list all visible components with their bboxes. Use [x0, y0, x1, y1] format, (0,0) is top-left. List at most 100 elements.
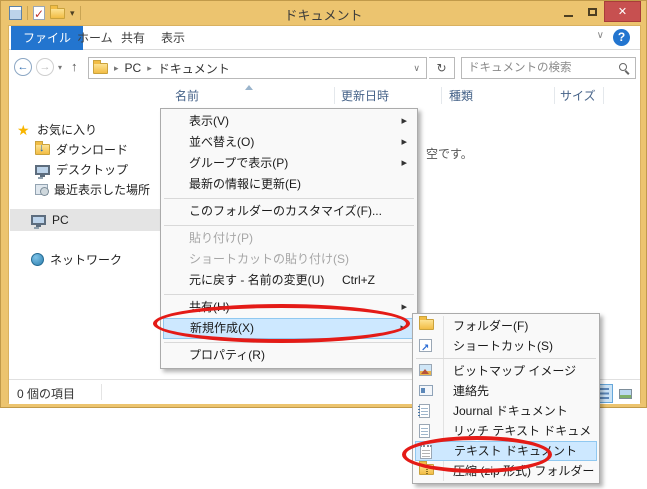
sidebar-item-favorites[interactable]: ★ お気に入り: [17, 121, 97, 138]
sidebar-item-label: お気に入り: [37, 121, 97, 138]
forward-button: →: [36, 58, 54, 76]
sidebar-item-recent-places[interactable]: 最近表示した場所: [35, 181, 150, 198]
menu-item-label: 最新の情報に更新(E): [189, 177, 301, 191]
submenu-item-label: ビットマップ イメージ: [453, 364, 576, 378]
menu-item-label: ショートカットの貼り付け(S): [189, 252, 349, 266]
favorites-star-icon: ★: [17, 123, 31, 137]
submenu-item-label: 連絡先: [453, 384, 489, 398]
breadcrumb-documents[interactable]: ドキュメント: [158, 60, 230, 77]
thumbnails-view-button[interactable]: [615, 384, 636, 403]
journal-document-icon: [419, 404, 430, 418]
up-button[interactable]: ↑: [71, 59, 78, 74]
menu-item-paste: 貼り付け(P): [163, 228, 415, 249]
menu-item-label: 並べ替え(O): [189, 135, 254, 149]
submenu-arrow-icon: ▸: [401, 111, 407, 132]
tab-view[interactable]: 表示: [149, 26, 197, 50]
sidebar-item-desktop[interactable]: デスクトップ: [35, 161, 128, 178]
column-divider[interactable]: [441, 87, 442, 104]
refresh-button[interactable]: ↻: [429, 57, 455, 79]
submenu-arrow-icon: ▸: [401, 153, 407, 174]
submenu-item-label: フォルダー(F): [453, 319, 528, 333]
desktop-icon: [35, 165, 50, 175]
sort-ascending-icon: [245, 85, 253, 90]
status-divider: [101, 384, 102, 400]
search-input[interactable]: [468, 59, 608, 77]
location-folder-icon: [93, 63, 108, 74]
submenu-item-bitmap-image[interactable]: ビットマップ イメージ: [415, 361, 597, 381]
sidebar-item-label: PC: [52, 213, 69, 227]
window-title: ドキュメント: [1, 5, 646, 24]
column-header-size[interactable]: サイズ: [560, 87, 596, 104]
submenu-item-shortcut[interactable]: ショートカット(S): [415, 336, 597, 356]
address-bar[interactable]: ▸ PC ▸ ドキュメント ∨: [88, 57, 427, 79]
history-dropdown-icon[interactable]: ▾: [58, 63, 62, 72]
rich-text-document-icon: [419, 424, 430, 438]
pc-icon: [31, 215, 46, 225]
sidebar-item-network[interactable]: ネットワーク: [31, 251, 122, 268]
downloads-folder-icon: [35, 144, 50, 155]
screen: ▾ ドキュメント ✕ ファイル ホーム 共有 表示 ∨ ? ← →: [0, 0, 647, 489]
contact-icon: [419, 385, 433, 396]
network-globe-icon: [31, 253, 44, 266]
help-icon[interactable]: ?: [613, 29, 630, 46]
sidebar-item-pc[interactable]: PC: [31, 213, 69, 227]
submenu-arrow-icon: ▸: [401, 297, 407, 318]
address-bar-row: ← → ▾ ↑ ▸ PC ▸ ドキュメント ∨ ↻: [9, 51, 640, 85]
sidebar-item-label: ダウンロード: [56, 141, 128, 158]
maximize-button[interactable]: [580, 1, 604, 22]
search-icon: [619, 63, 627, 71]
title-bar: ▾ ドキュメント ✕: [1, 1, 646, 25]
menu-item-customize-folder[interactable]: このフォルダーのカスタマイズ(F)...: [163, 201, 415, 222]
column-divider[interactable]: [603, 87, 604, 104]
ribbon-expand-icon[interactable]: ∨: [597, 30, 604, 41]
menu-item-sort-by[interactable]: 並べ替え(O) ▸: [163, 132, 415, 153]
sidebar-item-label: ネットワーク: [50, 251, 122, 268]
menu-item-properties[interactable]: プロパティ(R): [163, 345, 415, 366]
minimize-icon: [564, 15, 573, 17]
column-header-type[interactable]: 種類: [449, 87, 473, 104]
submenu-item-contact[interactable]: 連絡先: [415, 381, 597, 401]
search-box: [461, 57, 636, 79]
breadcrumb-pc[interactable]: PC: [125, 61, 142, 75]
menu-item-view[interactable]: 表示(V) ▸: [163, 111, 415, 132]
breadcrumb-separator-icon: ▸: [141, 63, 158, 74]
submenu-item-folder[interactable]: フォルダー(F): [415, 316, 597, 336]
menu-item-undo-rename[interactable]: 元に戻す - 名前の変更(U) Ctrl+Z: [163, 270, 415, 291]
menu-item-paste-shortcut: ショートカットの貼り付け(S): [163, 249, 415, 270]
item-count: 0 個の項目: [17, 385, 75, 402]
bitmap-image-icon: [419, 364, 432, 376]
annotation-ellipse-text-document: [402, 436, 552, 473]
thumbnails-view-icon: [619, 389, 632, 399]
menu-item-label: 表示(V): [189, 114, 229, 128]
menu-item-label: 貼り付け(P): [189, 231, 253, 245]
submenu-arrow-icon: ▸: [401, 132, 407, 153]
menu-item-group-by[interactable]: グループで表示(P) ▸: [163, 153, 415, 174]
address-dropdown-icon[interactable]: ∨: [413, 63, 420, 74]
close-button[interactable]: ✕: [604, 1, 641, 22]
ribbon-tab-bar: ファイル ホーム 共有 表示 ∨ ?: [9, 26, 640, 50]
recent-places-icon: [35, 184, 48, 195]
column-divider[interactable]: [334, 87, 335, 104]
sidebar-item-label: デスクトップ: [56, 161, 128, 178]
empty-folder-message: 空です。: [426, 145, 473, 162]
menu-item-label: このフォルダーのカスタマイズ(F)...: [189, 204, 382, 218]
sidebar-item-downloads[interactable]: ダウンロード: [35, 141, 128, 158]
breadcrumb-separator-icon: ▸: [108, 63, 125, 74]
menu-item-refresh[interactable]: 最新の情報に更新(E): [163, 174, 415, 195]
column-header-name[interactable]: 名前: [175, 87, 199, 104]
back-button[interactable]: ←: [14, 58, 32, 76]
minimize-button[interactable]: [556, 1, 580, 22]
menu-item-label: 元に戻す - 名前の変更(U): [189, 273, 324, 287]
menu-item-label: グループで表示(P): [189, 156, 288, 170]
annotation-ellipse-new-menu-item: [153, 304, 410, 343]
folder-icon: [419, 319, 434, 330]
column-divider[interactable]: [554, 87, 555, 104]
column-header-date-modified[interactable]: 更新日時: [341, 87, 389, 104]
submenu-item-label: Journal ドキュメント: [453, 404, 568, 418]
navigation-pane: ★ お気に入り ダウンロード デスクトップ 最近表示した場所: [9, 85, 161, 379]
window-controls: ✕: [556, 1, 641, 22]
submenu-item-journal-document[interactable]: Journal ドキュメント: [415, 401, 597, 421]
sidebar-item-label: 最近表示した場所: [54, 181, 150, 198]
submenu-item-label: ショートカット(S): [453, 339, 553, 353]
menu-item-label: プロパティ(R): [189, 348, 265, 362]
